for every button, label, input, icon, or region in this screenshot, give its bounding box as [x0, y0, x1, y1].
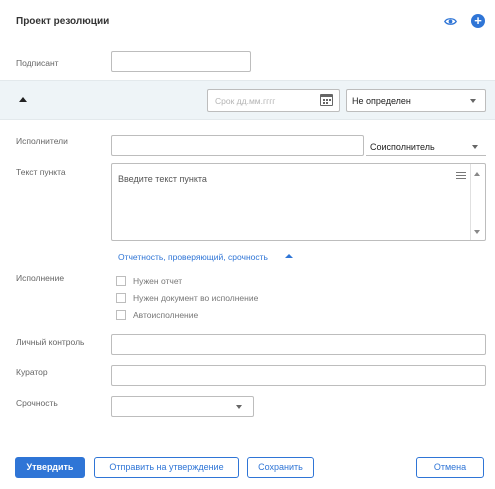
chevron-down-icon[interactable]: [236, 405, 242, 409]
executors-label: Исполнители: [16, 136, 68, 146]
collapse-up-icon[interactable]: [19, 97, 27, 102]
report-checkbox[interactable]: [116, 276, 126, 286]
urgency-select[interactable]: [111, 396, 254, 417]
due-date-placeholder: Срок дд.мм.гггг: [215, 96, 276, 106]
scrollbar-track[interactable]: [470, 164, 471, 240]
document-checkbox[interactable]: [116, 293, 126, 303]
report-checkbox-label: Нужен отчет: [133, 276, 183, 286]
executor-role-value: Соисполнитель: [370, 142, 435, 152]
save-button[interactable]: Сохранить: [247, 457, 314, 478]
dialog-title: Проект резолюции: [16, 16, 110, 27]
signer-input[interactable]: [111, 51, 251, 72]
details-link[interactable]: Отчетность, проверяющий, срочность: [118, 252, 268, 262]
personal-control-label: Личный контроль: [16, 337, 85, 347]
curator-label: Куратор: [16, 367, 48, 377]
execution-label: Исполнение: [16, 273, 65, 283]
signer-label: Подписант: [16, 58, 59, 68]
item-text-placeholder: Введите текст пункта: [118, 174, 207, 184]
chevron-down-icon[interactable]: [472, 145, 478, 149]
status-select-value: Не определен: [352, 96, 411, 106]
scroll-up-icon[interactable]: [474, 172, 480, 176]
checkbox-row-auto[interactable]: Автоисполнение: [116, 310, 198, 320]
expand-up-icon[interactable]: [285, 254, 293, 258]
auto-execution-checkbox[interactable]: [116, 310, 126, 320]
scroll-down-icon[interactable]: [474, 230, 480, 234]
chevron-down-icon[interactable]: [470, 99, 476, 103]
eye-icon[interactable]: [444, 15, 457, 28]
list-icon[interactable]: [456, 172, 466, 179]
personal-control-input[interactable]: [111, 334, 486, 355]
document-checkbox-label: Нужен документ во исполнение: [133, 293, 259, 303]
curator-input[interactable]: [111, 365, 486, 386]
send-for-approval-button[interactable]: Отправить на утверждение: [94, 457, 239, 478]
checkbox-row-document[interactable]: Нужен документ во исполнение: [116, 293, 258, 303]
add-icon[interactable]: +: [471, 14, 485, 28]
item-text-label: Текст пункта: [16, 167, 66, 177]
executors-input[interactable]: [111, 135, 364, 156]
cancel-button[interactable]: Отмена: [416, 457, 484, 478]
checkbox-row-report[interactable]: Нужен отчет: [116, 276, 182, 286]
urgency-label: Срочность: [16, 398, 58, 408]
auto-execution-checkbox-label: Автоисполнение: [133, 310, 199, 320]
approve-button[interactable]: Утвердить: [15, 457, 85, 478]
calendar-icon[interactable]: [320, 94, 333, 106]
